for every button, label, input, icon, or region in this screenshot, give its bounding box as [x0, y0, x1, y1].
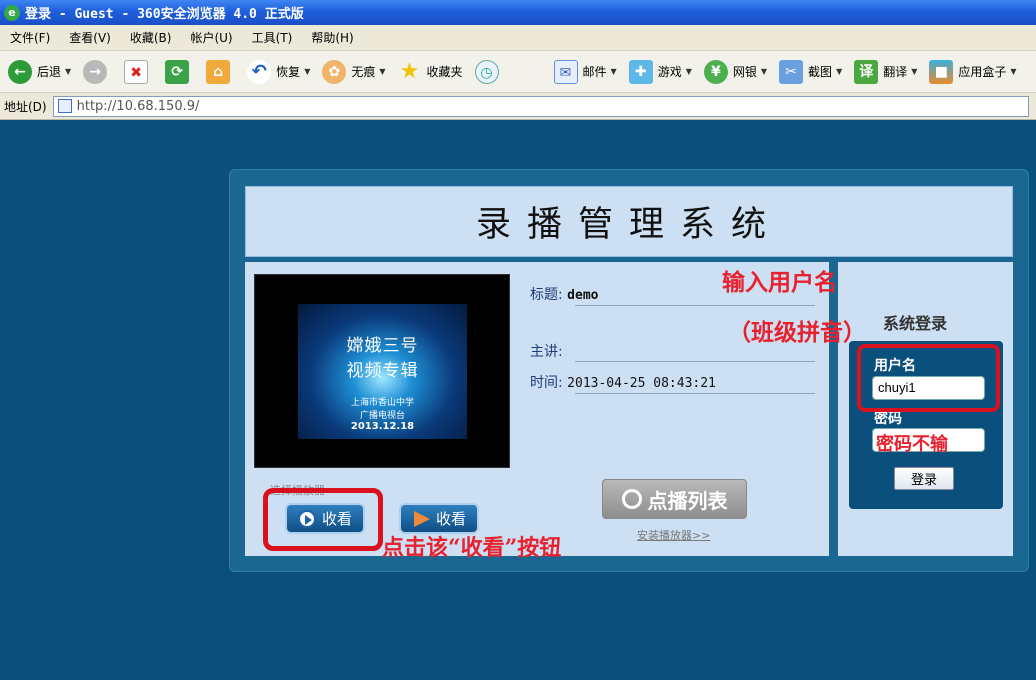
system-title: 录播管理系统 [475, 205, 782, 245]
browser-toolbar: ← 后退 ▼ → ✖ ⟳ ⌂ ↶ 恢复 ▼ ✿ 无痕 ▼ ★ 收藏夹 ◷ ✉ 邮件 ▼ … [0, 51, 1036, 93]
address-url: http://10.68.150.9/ [76, 98, 200, 114]
annotation-class-pinyin: （班级拼音） [728, 319, 866, 346]
info-title: 标题: demo [530, 287, 599, 303]
window-title: 登录 - Guest - 360安全浏览器 4.0 正式版 [25, 7, 304, 22]
menu-tools[interactable]: 工具(T) [252, 29, 293, 46]
chevron-down-icon: ▼ [1010, 67, 1017, 76]
translate-icon: 译 [854, 59, 879, 84]
screenshot-icon: ✂ [779, 59, 804, 84]
chevron-down-icon: ▼ [304, 67, 311, 76]
headphones-icon [621, 489, 642, 509]
menu-view[interactable]: 查看(V) [69, 29, 111, 46]
home-icon: ⌂ [206, 59, 231, 84]
games-button[interactable]: ✚ 游戏 ▼ [628, 59, 692, 84]
play-arrow-icon [412, 510, 430, 528]
vod-list-button[interactable]: 点播列表 [602, 479, 747, 519]
forward-arrow-icon: → [83, 59, 108, 84]
title-value: demo [567, 288, 599, 303]
menu-help[interactable]: 帮助(H) [311, 29, 353, 46]
favorites-button[interactable]: ★ 收藏夹 [398, 58, 463, 84]
appbox-button[interactable]: ■ 应用盒子 ▼ [929, 59, 1017, 84]
install-player-link[interactable]: 安装播放器>> [637, 527, 710, 543]
time-value: 2013-04-25 08:43:21 [567, 376, 716, 391]
undo-icon: ↶ [247, 59, 272, 84]
annotation-enter-username: 输入用户名 [722, 269, 837, 296]
stop-icon: ✖ [124, 59, 149, 84]
chevron-down-icon: ▼ [685, 67, 692, 76]
menu-file[interactable]: 文件(F) [10, 29, 50, 46]
chevron-down-icon: ▼ [610, 67, 617, 76]
info-time: 时间: 2013-04-25 08:43:21 [530, 375, 716, 391]
page-icon [57, 99, 72, 113]
video-cover: 嫦娥三号 视频专辑 上海市香山中学 广播电视台 2013.12.18 [298, 304, 467, 439]
incognito-button[interactable]: ✿ 无痕 ▼ [322, 59, 386, 84]
chevron-down-icon: ▼ [911, 67, 918, 76]
chevron-down-icon: ▼ [836, 67, 843, 76]
video-thumbnail[interactable]: 嫦娥三号 视频专辑 上海市香山中学 广播电视台 2013.12.18 [254, 274, 510, 468]
bank-icon: ¥ [703, 59, 728, 84]
address-input[interactable]: http://10.68.150.9/ [52, 95, 1029, 117]
menu-account[interactable]: 帐户(U) [190, 29, 232, 46]
back-arrow-icon: ← [8, 59, 32, 84]
refresh-button[interactable]: ⟳ [165, 59, 194, 84]
forward-button[interactable]: → [83, 59, 112, 84]
mail-button[interactable]: ✉ 邮件 ▼ [553, 59, 617, 84]
chevron-down-icon: ▼ [760, 67, 768, 76]
mail-icon: ✉ [553, 59, 578, 84]
info-speaker: 主讲: [530, 344, 563, 360]
screenshot-button[interactable]: ✂ 截图 ▼ [779, 59, 843, 84]
login-button[interactable]: 登录 [894, 467, 954, 490]
browser-logo-icon: e [4, 4, 20, 21]
history-button[interactable]: ◷ [474, 59, 504, 84]
home-button[interactable]: ⌂ [206, 59, 235, 84]
clock-icon: ◷ [474, 59, 499, 84]
chevron-down-icon: ▼ [65, 67, 72, 76]
stop-button[interactable]: ✖ [124, 59, 153, 84]
star-icon: ★ [399, 58, 420, 84]
bank-button[interactable]: ¥ 网银 ▼ [703, 59, 768, 84]
window-title-bar: e 登录 - Guest - 360安全浏览器 4.0 正式版 [0, 0, 1036, 25]
restore-button[interactable]: ↶ 恢复 ▼ [247, 59, 311, 84]
highlight-username-field [857, 344, 1000, 412]
address-bar: 地址(D) http://10.68.150.9/ [0, 93, 1036, 120]
paw-icon: ✿ [322, 59, 347, 84]
back-button[interactable]: ← 后退 ▼ [8, 59, 72, 84]
address-label: 地址(D) [4, 99, 47, 114]
annotation-click-watch: 点击该“收看”按钮 [382, 535, 562, 561]
menu-favorites[interactable]: 收藏(B) [130, 29, 172, 46]
translate-button[interactable]: 译 翻译 ▼ [854, 59, 918, 84]
gamepad-icon: ✚ [628, 59, 653, 84]
menu-bar: 文件(F) 查看(V) 收藏(B) 帐户(U) 工具(T) 帮助(H) [0, 25, 1036, 51]
refresh-icon: ⟳ [165, 59, 190, 84]
highlight-watch-button [263, 488, 383, 551]
annotation-no-password: 密码不输 [876, 434, 948, 455]
login-title: 系统登录 [883, 314, 948, 333]
header-banner: 录播管理系统 [245, 186, 1013, 257]
chevron-down-icon: ▼ [379, 67, 386, 76]
app-box-icon: ■ [929, 59, 954, 84]
